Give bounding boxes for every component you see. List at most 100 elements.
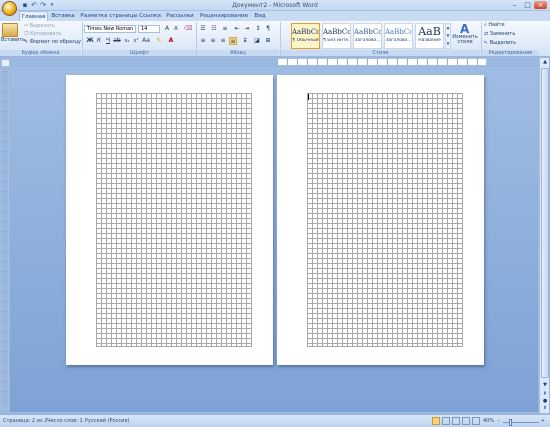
style-heading-1[interactable]: AaBbCc Заголово... <box>353 23 382 49</box>
prev-page-icon[interactable]: ⇞ <box>541 391 549 397</box>
zoom-slider-thumb[interactable] <box>509 419 512 426</box>
replace-button[interactable]: ⇄ Заменить <box>484 31 515 38</box>
office-button[interactable] <box>2 1 17 16</box>
numbering-icon[interactable]: ☷ <box>210 25 218 33</box>
status-bar: Страница: 2 из 2 Число слов: 1 Русский (… <box>0 414 550 427</box>
page-count[interactable]: Страница: 2 из 2 <box>3 417 47 425</box>
editing-group-label: Редактирование <box>482 50 539 56</box>
align-center-icon[interactable]: ≡ <box>209 37 217 45</box>
tab-references[interactable]: Ссылки <box>139 11 161 21</box>
paste-button[interactable]: Вставить <box>1 37 25 44</box>
maximize-icon[interactable]: □ <box>521 1 534 9</box>
copy-button[interactable]: ❐ Копировать <box>24 31 61 38</box>
font-name-select[interactable]: Times New Roman <box>84 25 136 33</box>
multilevel-list-icon[interactable]: ≡ <box>221 25 229 33</box>
web-layout-icon[interactable] <box>452 417 460 425</box>
font-color-icon[interactable]: A <box>167 37 175 45</box>
align-left-icon[interactable]: ≡ <box>199 37 207 45</box>
vertical-scrollbar[interactable]: ▲ ▼ ⇞ ● ⇟ <box>539 58 549 413</box>
style-name: Название <box>418 38 441 43</box>
page-2[interactable] <box>277 75 484 365</box>
window-title: Документ2 - Microsoft Word <box>232 2 318 9</box>
draft-icon[interactable] <box>472 417 480 425</box>
highlight-icon[interactable]: ✎ <box>155 37 163 45</box>
style-title[interactable]: AaB Название <box>415 23 444 49</box>
find-label: Найти <box>488 22 505 28</box>
align-right-icon[interactable]: ≡ <box>219 37 227 45</box>
minimize-icon[interactable]: – <box>508 1 521 9</box>
change-case-icon[interactable]: Aa <box>142 37 150 45</box>
styles-scroll[interactable]: ▴ ▾ ▾ <box>445 23 451 49</box>
tab-insert[interactable]: Вставка <box>50 11 76 21</box>
select-browse-object-icon[interactable]: ● <box>541 398 549 404</box>
shading-icon[interactable]: ◪ <box>253 37 261 45</box>
tab-mailings[interactable]: Рассылки <box>165 11 195 21</box>
cut-button[interactable]: ✂ Вырезать <box>24 23 55 30</box>
font-size-select[interactable]: 14 <box>138 25 160 33</box>
style-preview: AaBbCcI <box>292 28 319 36</box>
page-1[interactable] <box>66 75 273 365</box>
zoom-in-icon[interactable]: + <box>540 417 546 425</box>
style-preview: AaBbCc <box>354 28 381 36</box>
style-preview: AaBbCc <box>385 28 412 36</box>
zoom-out-icon[interactable]: – <box>496 417 502 425</box>
language[interactable]: Русский (Россия) <box>85 417 129 425</box>
scrollbar-thumb[interactable] <box>541 68 549 378</box>
style-name: Заголово... <box>354 38 381 43</box>
sort-icon[interactable]: ↕ <box>254 25 262 33</box>
grid-table[interactable] <box>96 93 252 347</box>
bullets-icon[interactable]: ☰ <box>199 25 207 33</box>
tab-home[interactable]: Главная <box>19 11 48 21</box>
clipboard-group-label: Буфер обмена <box>0 50 81 56</box>
shrink-font-icon[interactable]: A <box>172 25 180 33</box>
style-normal[interactable]: AaBbCcI ¶ Обычный <box>291 23 320 49</box>
format-painter-button[interactable]: ✎ Формат по образцу <box>24 39 81 46</box>
superscript-icon[interactable]: x² <box>132 37 140 45</box>
ruler-toggle-icon[interactable] <box>1 59 10 67</box>
ribbon-tabs: Главная Вставка Разметка страницы Ссылки… <box>0 11 550 21</box>
cut-label: Вырезать <box>29 23 55 29</box>
grow-font-icon[interactable]: A <box>163 25 171 33</box>
underline-icon[interactable]: Ч <box>104 37 112 45</box>
scroll-up-icon[interactable]: ▲ <box>541 58 549 66</box>
tab-review[interactable]: Рецензирование <box>199 11 249 21</box>
select-button[interactable]: ↖ Выделить <box>484 40 516 47</box>
clear-format-icon[interactable]: ⌫ <box>184 25 192 33</box>
change-styles-button[interactable]: Изменить стили <box>452 35 478 45</box>
close-icon[interactable]: × <box>534 1 547 9</box>
strikethrough-icon[interactable]: ab <box>113 37 121 45</box>
bold-icon[interactable]: Ж <box>86 37 94 45</box>
ribbon: Вставить ✂ Вырезать ❐ Копировать ✎ Форма… <box>0 21 550 57</box>
justify-icon[interactable]: ≡ <box>229 37 237 45</box>
word-count[interactable]: Число слов: 1 <box>47 417 83 425</box>
zoom-level[interactable]: 40% <box>483 417 494 425</box>
show-marks-icon[interactable]: ¶ <box>264 25 272 33</box>
styles-group-label: Стили <box>281 50 480 56</box>
copy-label: Копировать <box>30 31 62 37</box>
font-group-label: Шрифт <box>83 50 196 56</box>
next-page-icon[interactable]: ⇟ <box>541 405 549 411</box>
print-layout-icon[interactable] <box>432 417 440 425</box>
style-preview: AaB <box>418 26 441 38</box>
borders-icon[interactable]: ⊞ <box>264 37 272 45</box>
style-heading-2[interactable]: AaBbCc Заголово... <box>384 23 413 49</box>
increase-indent-icon[interactable]: ⇥ <box>243 25 251 33</box>
paste-icon[interactable] <box>2 23 18 37</box>
subscript-icon[interactable]: x₂ <box>123 37 131 45</box>
text-cursor <box>308 94 309 100</box>
find-button[interactable]: ⌕ Найти <box>484 22 505 29</box>
horizontal-ruler[interactable] <box>276 58 487 66</box>
outline-icon[interactable] <box>462 417 470 425</box>
full-screen-reading-icon[interactable] <box>442 417 450 425</box>
italic-icon[interactable]: К <box>95 37 103 45</box>
style-preview: AaBbCcI <box>323 28 350 36</box>
scroll-down-icon[interactable]: ▼ <box>541 381 549 389</box>
style-no-spacing[interactable]: AaBbCcI ¶ Без инте... <box>322 23 351 49</box>
decrease-indent-icon[interactable]: ⇤ <box>233 25 241 33</box>
tab-view[interactable]: Вид <box>253 11 267 21</box>
grid-table[interactable] <box>307 93 463 347</box>
paragraph-group-label: Абзац <box>197 50 279 56</box>
tab-page-layout[interactable]: Разметка страницы <box>80 11 138 21</box>
vertical-ruler[interactable] <box>1 70 9 410</box>
line-spacing-icon[interactable]: ↨ <box>241 37 249 45</box>
